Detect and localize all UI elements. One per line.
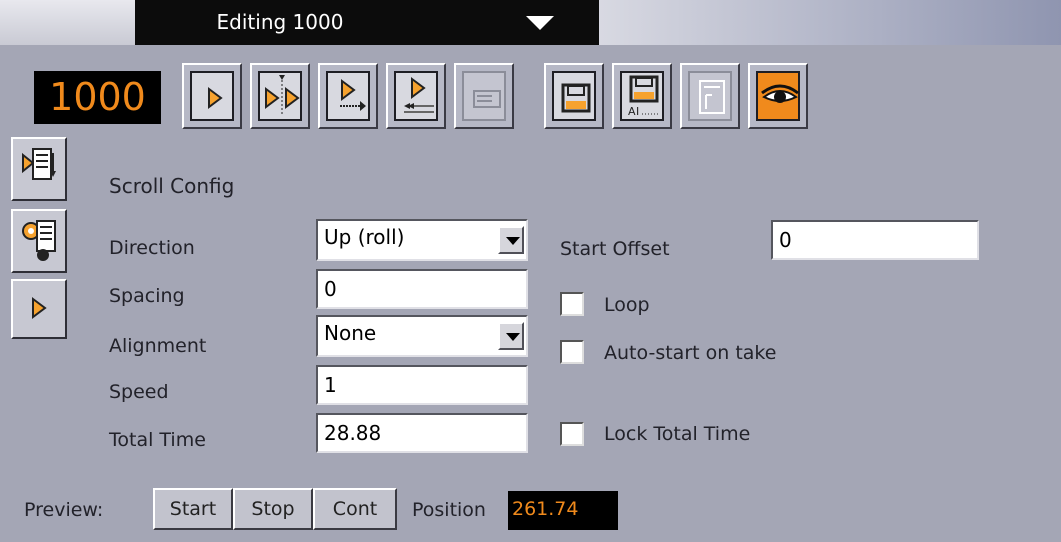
loop-checkbox[interactable] [560,292,584,316]
direction-value: Up (roll) [324,225,405,249]
speed-input[interactable]: 1 [316,365,528,405]
play-button[interactable] [182,63,242,129]
play-icon [32,297,47,319]
start-offset-label: Start Offset [560,238,670,260]
window-title: Editing 1000 [216,10,344,34]
chevron-down-icon[interactable] [498,322,524,350]
continue-button[interactable] [250,63,310,129]
svg-text:A: A [628,105,636,118]
save-button[interactable] [544,63,604,129]
preview-disabled-icon [473,90,501,108]
preview-button[interactable] [454,63,514,129]
preview-stop-button[interactable]: Stop [233,488,313,530]
preview-label: Preview: [24,499,104,521]
lock-total-time-label: Lock Total Time [604,423,751,445]
alignment-value: None [324,321,377,345]
auto-start-checkbox[interactable] [560,340,584,364]
start-offset-input[interactable]: 0 [771,220,979,260]
total-time-input[interactable]: 28.88 [316,413,528,453]
scroll-editor-icon [22,148,56,180]
rewind-icon [404,77,434,113]
loop-label: Loop [604,294,650,316]
speed-label: Speed [109,381,169,403]
total-time-label: Total Time [109,429,206,451]
spacing-input[interactable]: 0 [316,269,528,309]
continue-icon [265,75,300,115]
preview-start-button[interactable]: Start [153,488,233,530]
direction-select[interactable]: Up (roll) [316,219,528,261]
play-tab[interactable] [11,279,67,339]
scroll-editor-tab[interactable] [11,137,67,201]
rewind-button[interactable] [386,63,446,129]
visibility-toggle[interactable] [748,63,808,129]
play-icon [208,87,223,109]
save-as-icon: A I [628,75,660,118]
eye-icon [761,84,799,103]
svg-text:I: I [636,105,639,118]
alignment-select[interactable]: None [316,315,528,357]
chevron-down-icon[interactable] [526,16,554,30]
settings-icon [22,220,56,261]
auto-start-label: Auto-start on take [604,342,777,364]
save-icon [561,83,591,113]
preview-cont-button[interactable]: Cont [313,488,397,530]
save-as-button[interactable]: A I [612,63,672,129]
spacing-label: Spacing [109,285,185,307]
direction-label: Direction [109,237,195,259]
position-display: 261.74 [508,491,618,530]
page-button[interactable] [680,63,740,129]
page-disabled-icon [699,80,725,114]
settings-tab[interactable] [11,209,67,273]
section-title: Scroll Config [109,174,235,198]
position-label: Position [412,499,486,521]
title-bar-right [599,0,1061,45]
take-out-button[interactable] [318,63,378,129]
lock-total-time-checkbox[interactable] [560,422,584,446]
alignment-label: Alignment [109,335,207,357]
chevron-down-icon[interactable] [498,226,524,254]
title-bar-left [0,0,135,45]
element-id-display: 1000 [34,71,161,124]
take-out-icon [340,79,366,111]
